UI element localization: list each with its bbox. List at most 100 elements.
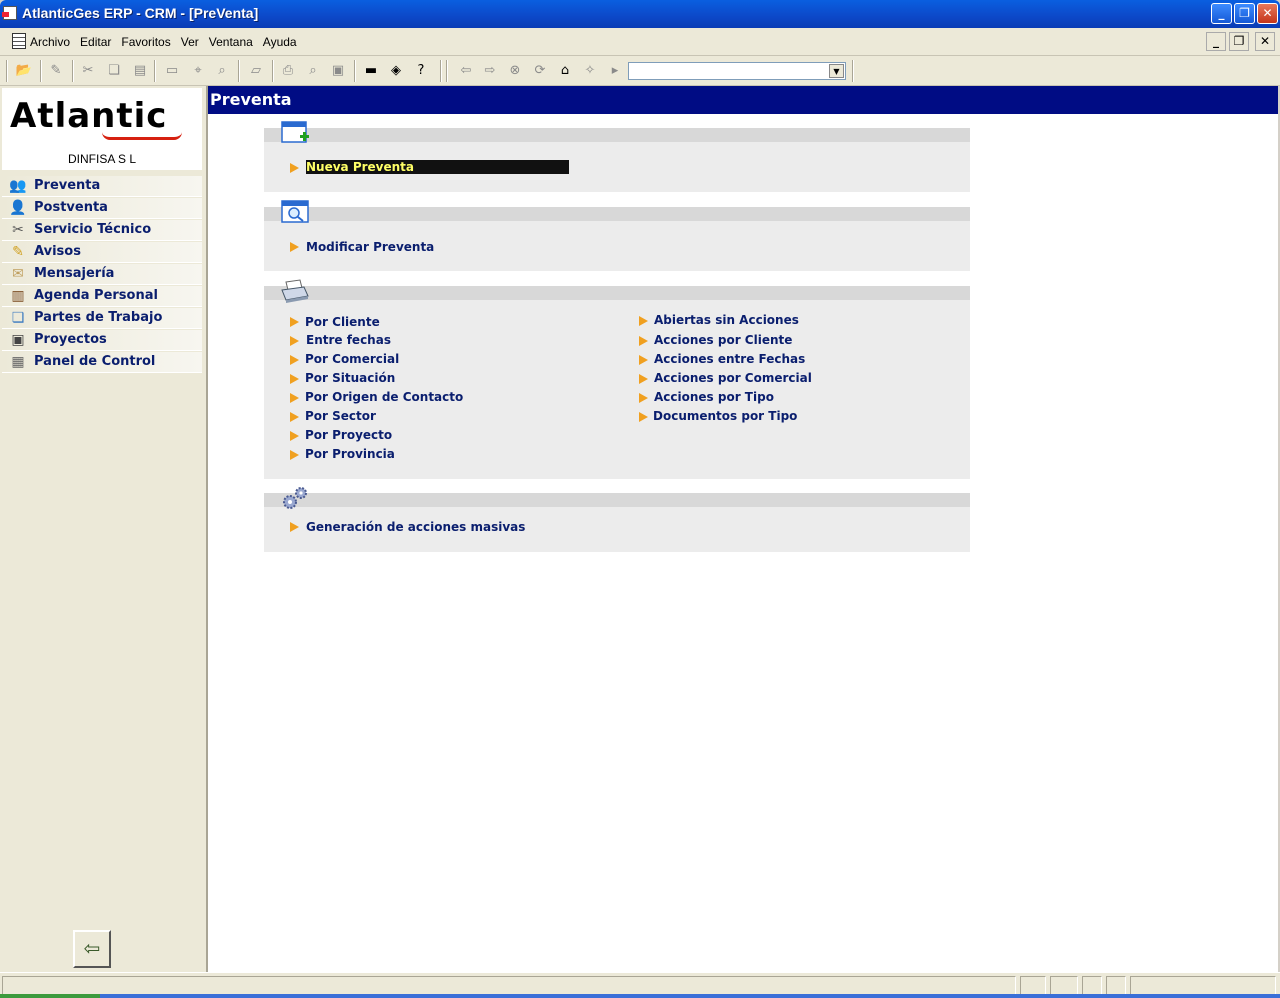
monitor-icon[interactable]: ▬ [361, 61, 381, 81]
tag-icon[interactable]: ◈ [386, 61, 406, 81]
title-bar: AtlanticGes ERP - CRM - [PreVenta] _ ❐ ✕ [0, 0, 1280, 28]
home-icon[interactable]: ⌂ [555, 61, 575, 81]
status-panel [1050, 976, 1078, 996]
menu-bar: Archivo Editar Favoritos Ver Ventana Ayu… [0, 28, 1280, 56]
menu-ventana[interactable]: Ventana [209, 35, 261, 49]
sidebar-item-panel-de-control[interactable]: ▦ Panel de Control [2, 352, 202, 373]
menu-favoritos[interactable]: Favoritos [121, 35, 178, 49]
menu-editar[interactable]: Editar [80, 35, 119, 49]
envelope-icon: ✉ [12, 266, 24, 282]
back-arrow-icon[interactable]: ⇦ [456, 61, 476, 81]
bullet-icon [290, 374, 299, 384]
stop-icon[interactable]: ⊗ [505, 61, 525, 81]
tools-icon: ✂ [12, 222, 24, 238]
eraser-icon[interactable]: ▱ [246, 61, 266, 81]
close-button[interactable]: ✕ [1257, 3, 1278, 24]
mdi-close-button[interactable]: ✕ [1255, 32, 1275, 51]
sidebar-item-partes-de-trabajo[interactable]: ❏ Partes de Trabajo [2, 308, 202, 329]
chevron-down-icon[interactable]: ▼ [829, 64, 844, 78]
sidebar-item-proyectos[interactable]: ▣ Proyectos [2, 330, 202, 351]
section-reports: Por Cliente Entre fechas Por Comercial P… [264, 279, 970, 479]
link-acciones-por-comercial[interactable]: Acciones por Comercial [654, 371, 812, 385]
bullet-icon [290, 393, 299, 403]
sidebar-item-label: Proyectos [34, 332, 107, 347]
save-icon[interactable]: ▣ [328, 61, 348, 81]
restore-button[interactable]: ❐ [1234, 3, 1255, 24]
section-new: Nueva Preventa [264, 121, 970, 192]
link-modificar-preventa[interactable]: Modificar Preventa [306, 240, 434, 254]
bullet-icon [290, 242, 299, 252]
link-acciones-por-tipo[interactable]: Acciones por Tipo [654, 390, 774, 404]
bullet-icon [639, 316, 648, 326]
toolbar-separator [238, 60, 240, 82]
link-abiertas-sin-acciones[interactable]: Abiertas sin Acciones [654, 313, 799, 327]
window-icon[interactable]: ▭ [162, 61, 182, 81]
sidebar-item-mensajeria[interactable]: ✉ Mensajería [2, 264, 202, 285]
link-documentos-por-tipo[interactable]: Documentos por Tipo [653, 409, 797, 423]
refresh-icon[interactable]: ⟳ [530, 61, 550, 81]
paste-icon[interactable]: ▤ [130, 61, 150, 81]
open-folder-icon[interactable]: 📂 [14, 61, 34, 81]
link-por-comercial[interactable]: Por Comercial [305, 352, 399, 366]
bullet-icon [290, 336, 299, 346]
link-por-proyecto[interactable]: Por Proyecto [305, 428, 392, 442]
help-icon[interactable]: ? [411, 61, 431, 81]
toolbar-separator [40, 60, 42, 82]
window-add-icon [281, 121, 309, 143]
sidebar-item-avisos[interactable]: ✎ Avisos [2, 242, 202, 263]
start-button[interactable] [0, 994, 100, 998]
go-icon[interactable]: ▸ [605, 61, 625, 81]
link-por-cliente[interactable]: Por Cliente [305, 315, 380, 329]
document-icon[interactable] [12, 33, 26, 49]
binoculars-icon[interactable]: ⌖ [188, 61, 208, 81]
toolbar-separator [72, 60, 74, 82]
forward-arrow-icon[interactable]: ⇨ [480, 61, 500, 81]
link-entre-fechas[interactable]: Entre fechas [306, 333, 391, 347]
bullet-icon [639, 336, 648, 346]
search-icon[interactable]: ⌕ [212, 61, 232, 81]
sidebar-item-label: Agenda Personal [34, 288, 158, 303]
status-panel [1020, 976, 1046, 996]
link-generacion-acciones-masivas[interactable]: Generación de acciones masivas [306, 520, 525, 534]
bullet-icon [639, 355, 648, 365]
print-preview-icon[interactable]: ⌕ [303, 61, 323, 81]
cut-icon[interactable]: ✂ [78, 61, 98, 81]
paper-icon: ❏ [11, 310, 25, 326]
link-acciones-entre-fechas[interactable]: Acciones entre Fechas [654, 352, 805, 366]
sidebar-item-servicio-tecnico[interactable]: ✂ Servicio Técnico [2, 220, 202, 241]
monitor-icon: ▣ [11, 332, 25, 348]
link-acciones-por-cliente[interactable]: Acciones por Cliente [654, 333, 792, 347]
minimize-button[interactable]: _ [1211, 3, 1232, 24]
favorites-icon[interactable]: ✧ [580, 61, 600, 81]
print-icon[interactable]: ⎙ [278, 61, 298, 81]
sidebar-item-agenda-personal[interactable]: ▥ Agenda Personal [2, 286, 202, 307]
sidebar-item-postventa[interactable]: 👤 Postventa [2, 198, 202, 219]
status-panel [1082, 976, 1102, 996]
section-modify: Modificar Preventa [264, 200, 970, 271]
link-por-sector[interactable]: Por Sector [305, 409, 376, 423]
link-por-origen-de-contacto[interactable]: Por Origen de Contacto [305, 390, 463, 404]
edit-icon[interactable]: ✎ [46, 61, 66, 81]
left-nav-panel: Atlantic DINFISA S L 👥 Preventa 👤 Postve… [0, 86, 208, 972]
exit-button[interactable]: ⇦ [73, 930, 111, 968]
toolbar-separator [446, 60, 448, 82]
mdi-restore-button[interactable]: ❐ [1229, 32, 1249, 51]
app-icon[interactable] [2, 6, 17, 20]
book-icon: ▥ [11, 288, 25, 304]
section-header [264, 493, 970, 507]
copy-icon[interactable]: ❏ [104, 61, 124, 81]
sidebar-item-label: Postventa [34, 200, 108, 215]
menu-ver[interactable]: Ver [181, 35, 207, 49]
sidebar-item-preventa[interactable]: 👥 Preventa [2, 176, 202, 197]
mdi-minimize-button[interactable]: _ [1206, 32, 1226, 51]
address-combo[interactable]: ▼ [628, 62, 846, 80]
gears-icon [283, 487, 307, 509]
logo-text: Atlantic [10, 96, 168, 136]
link-por-provincia[interactable]: Por Provincia [305, 447, 395, 461]
menu-archivo[interactable]: Archivo [30, 35, 78, 49]
window-title: AtlanticGes ERP - CRM - [PreVenta] [22, 5, 259, 21]
link-nueva-preventa[interactable]: Nueva Preventa [306, 160, 570, 174]
menu-ayuda[interactable]: Ayuda [263, 35, 305, 49]
link-por-situacion[interactable]: Por Situación [305, 371, 395, 385]
logo: Atlantic [2, 88, 202, 150]
